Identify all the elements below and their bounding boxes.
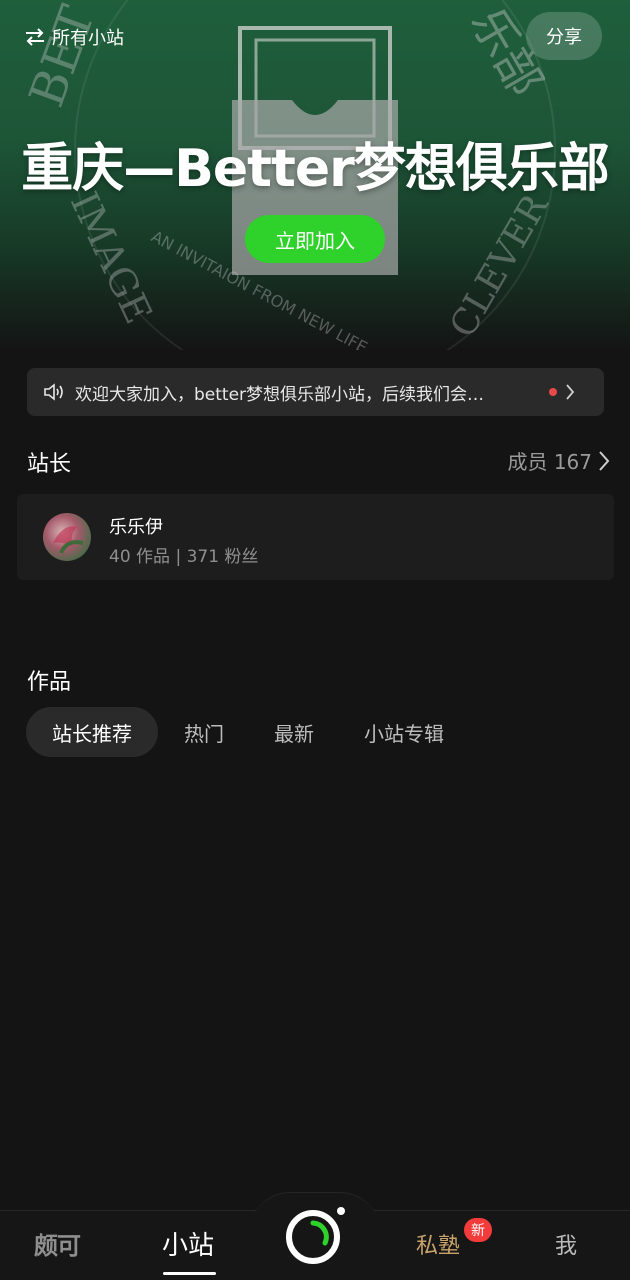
- speaker-icon: [44, 383, 63, 401]
- avatar-image: [53, 526, 84, 554]
- svg-text:IMAGE: IMAGE: [62, 185, 161, 330]
- chevron-right-icon: [566, 384, 575, 400]
- station-title: 重庆—Better梦想俱乐部: [21, 139, 610, 199]
- swap-arrows-icon: [26, 28, 44, 46]
- join-button[interactable]: 立即加入: [245, 215, 385, 263]
- works-section-title: 作品: [27, 670, 72, 695]
- hero-banner: BET 乐部 IMAGE CLEVER AN INVITAION FROM NE…: [0, 0, 630, 350]
- camera-ring-icon[interactable]: [283, 1203, 347, 1267]
- nav-private-school[interactable]: 私塾: [416, 1228, 460, 1260]
- nav-home-logo[interactable]: 颇可: [34, 1226, 81, 1261]
- new-badge: 新: [464, 1218, 492, 1242]
- nav-me[interactable]: 我: [555, 1228, 577, 1260]
- tab-popular[interactable]: 热门: [184, 707, 224, 757]
- unread-dot: [549, 388, 557, 396]
- avatar[interactable]: [43, 513, 91, 561]
- all-stations-label: 所有小站: [52, 28, 124, 49]
- tab-station-albums[interactable]: 小站专辑: [364, 707, 444, 757]
- all-stations-link[interactable]: 所有小站: [24, 24, 124, 50]
- nav-station[interactable]: 小站: [162, 1225, 214, 1262]
- nav-active-indicator: [163, 1272, 216, 1275]
- chevron-right-icon: [599, 450, 610, 471]
- svg-text:CLEVER: CLEVER: [442, 187, 557, 344]
- owner-card[interactable]: 乐乐伊 40 作品 | 371 粉丝: [17, 494, 614, 580]
- owner-stats: 40 作品 | 371 粉丝: [109, 547, 259, 567]
- owner-section-title: 站长: [27, 452, 72, 477]
- share-button[interactable]: 分享: [526, 12, 602, 60]
- tab-owner-picks[interactable]: 站长推荐: [26, 707, 158, 757]
- works-tabs: 站长推荐 热门 最新 小站专辑: [26, 707, 494, 757]
- tab-latest[interactable]: 最新: [274, 707, 314, 757]
- announcement-bar[interactable]: 欢迎大家加入，better梦想俱乐部小站，后续我们会…: [27, 368, 604, 416]
- owner-name: 乐乐伊: [109, 517, 163, 538]
- members-count: 成员 167: [507, 450, 592, 474]
- members-link[interactable]: 成员 167: [507, 446, 610, 475]
- announcement-text: 欢迎大家加入，better梦想俱乐部小站，后续我们会…: [75, 384, 485, 405]
